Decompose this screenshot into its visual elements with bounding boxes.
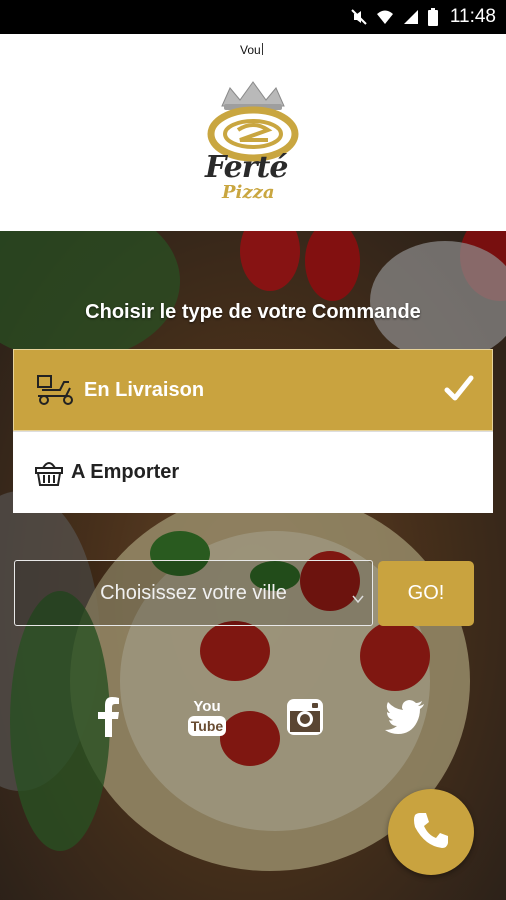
call-button[interactable] bbox=[388, 789, 474, 875]
logo-subword: Pizza bbox=[222, 182, 275, 203]
wifi-icon bbox=[376, 8, 394, 26]
delivery-scooter-icon bbox=[36, 373, 78, 407]
signal-icon bbox=[402, 8, 420, 26]
phone-icon bbox=[411, 810, 451, 855]
header-text-value: Vou bbox=[240, 43, 261, 57]
youtube-icon[interactable]: You Tube bbox=[184, 692, 230, 742]
go-button[interactable]: GO! bbox=[378, 561, 474, 626]
svg-text:Tube: Tube bbox=[191, 718, 224, 734]
chevron-down-icon bbox=[352, 587, 364, 610]
option-takeaway-label: A Emporter bbox=[71, 461, 180, 483]
header-text: Vou bbox=[240, 43, 263, 57]
mute-icon bbox=[350, 8, 368, 26]
logo-wordmark: Ferté bbox=[205, 150, 288, 185]
option-delivery[interactable]: En Livraison bbox=[13, 349, 493, 431]
app-header: Vou Ferté Pizza bbox=[0, 34, 506, 231]
order-type-title: Choisir le type de votre Commande bbox=[85, 301, 421, 323]
instagram-icon[interactable] bbox=[283, 692, 327, 742]
text-cursor bbox=[261, 43, 263, 55]
checkmark-icon bbox=[444, 374, 474, 410]
basket-icon bbox=[35, 456, 65, 490]
status-bar: 11:48 bbox=[0, 0, 506, 34]
battery-icon bbox=[427, 8, 438, 26]
option-takeaway[interactable]: A Emporter bbox=[13, 431, 493, 513]
twitter-icon[interactable] bbox=[383, 692, 427, 742]
city-select[interactable]: Choisissez votre ville bbox=[14, 560, 373, 626]
facebook-icon[interactable] bbox=[87, 692, 129, 742]
svg-text:You: You bbox=[193, 698, 220, 715]
city-select-placeholder: Choisissez votre ville bbox=[100, 581, 287, 604]
status-time: 11:48 bbox=[449, 6, 496, 27]
option-delivery-label: En Livraison bbox=[84, 378, 205, 401]
